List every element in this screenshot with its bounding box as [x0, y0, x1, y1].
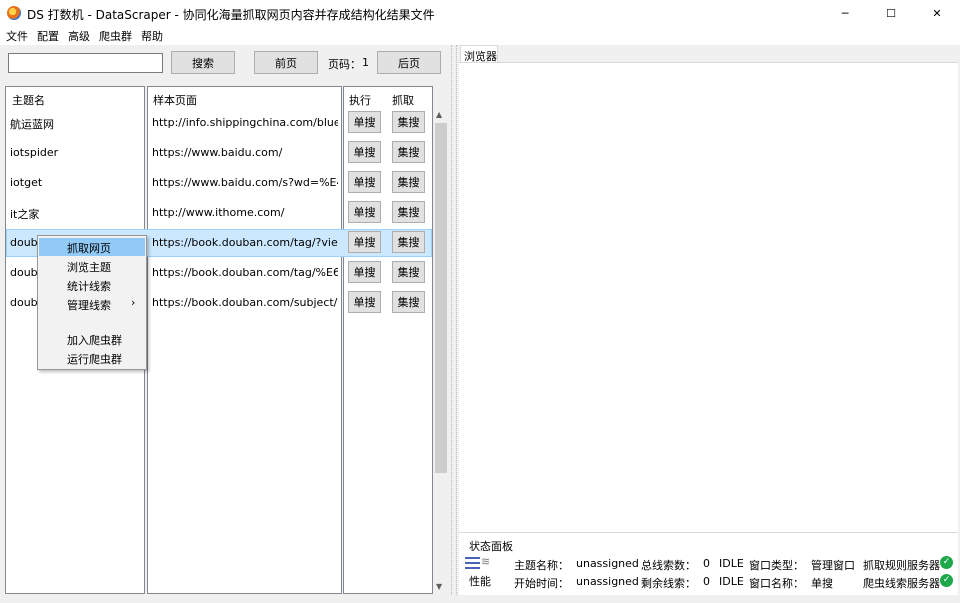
row-sample-url[interactable]: https://book.douban.com/subject/2...: [152, 296, 338, 309]
single-search-button[interactable]: 单搜: [348, 201, 381, 223]
status-window-type-value: 管理窗口: [811, 559, 855, 572]
page-label: 页码：: [328, 58, 361, 71]
splitter[interactable]: [451, 45, 457, 595]
status-window-type-key: 窗口类型：: [749, 559, 804, 572]
minimize-button[interactable]: ─: [822, 0, 868, 27]
ctx-grab-page[interactable]: 抓取网页: [39, 238, 145, 256]
submenu-arrow-icon: ›: [131, 296, 136, 309]
status-panel-title: 状态面板: [469, 540, 513, 553]
status-topic-key: 主题名称：: [514, 559, 569, 572]
wave-icon: ≋: [481, 555, 491, 568]
row-sample-url[interactable]: http://www.ithome.com/: [152, 206, 338, 219]
row-sample-url[interactable]: http://info.shippingchina.com/blue...: [152, 116, 338, 129]
batch-search-button[interactable]: 集搜: [392, 141, 425, 163]
status-topic-value: unassigned: [576, 557, 639, 570]
header-sample: 样本页面: [153, 94, 197, 107]
status-clue-server: 爬虫线索服务器: [863, 577, 940, 590]
status-total-key: 总线索数：: [641, 559, 696, 572]
search-input[interactable]: [8, 53, 163, 73]
perf-label: 性能: [469, 575, 491, 588]
batch-search-button[interactable]: 集搜: [392, 231, 425, 253]
row-topic-name[interactable]: 航运蓝网: [10, 116, 140, 132]
check-circle-icon: ✓: [940, 574, 953, 587]
row-sample-url[interactable]: https://www.baidu.com/s?wd=%E4...: [152, 176, 338, 189]
check-circle-icon: ✓: [940, 556, 953, 569]
menu-crawler-group[interactable]: 爬虫群: [99, 28, 132, 44]
row-topic-name[interactable]: iotspider: [10, 146, 140, 159]
batch-search-button[interactable]: 集搜: [392, 111, 425, 133]
batch-search-button[interactable]: 集搜: [392, 201, 425, 223]
close-button[interactable]: ✕: [914, 0, 960, 27]
single-search-button[interactable]: 单搜: [348, 141, 381, 163]
ctx-run-crawler-group[interactable]: 运行爬虫群: [39, 349, 145, 367]
status-window-name-key: 窗口名称：: [749, 577, 804, 590]
menu-config[interactable]: 配置: [37, 28, 59, 44]
status-remaining-value: 0: [703, 575, 710, 588]
status-rule-server: 抓取规则服务器: [863, 559, 940, 572]
row-topic-name[interactable]: iotget: [10, 176, 140, 189]
status-start-value: unassigned: [576, 575, 639, 588]
status-panel: 状态面板 ≋ 性能 主题名称： unassigned 总线索数： 0 IDLE …: [459, 532, 958, 595]
single-search-button[interactable]: 单搜: [348, 171, 381, 193]
header-grab: 抓取: [392, 94, 414, 107]
single-search-button[interactable]: 单搜: [348, 111, 381, 133]
single-search-button[interactable]: 单搜: [348, 291, 381, 313]
status-state: IDLE: [719, 557, 744, 570]
row-sample-url[interactable]: https://book.douban.com/tag/?vie...: [152, 236, 338, 249]
row-sample-url[interactable]: https://book.douban.com/tag/%E6...: [152, 266, 338, 279]
single-search-button[interactable]: 单搜: [348, 261, 381, 283]
single-search-button[interactable]: 单搜: [348, 231, 381, 253]
sample-column: 样本页面: [147, 86, 342, 594]
next-page-button[interactable]: 后页: [377, 51, 441, 74]
batch-search-button[interactable]: 集搜: [392, 261, 425, 283]
window-title: DS 打数机 - DataScraper - 协同化海量抓取网页内容并存成结构化…: [27, 8, 435, 22]
page-number: 1: [362, 56, 369, 69]
prev-page-button[interactable]: 前页: [254, 51, 318, 74]
menu-lines-icon: [465, 557, 480, 569]
ctx-manage-clues[interactable]: 管理线索 ›: [39, 295, 145, 313]
header-topic: 主题名: [12, 94, 45, 107]
browser-view[interactable]: [459, 62, 958, 533]
scroll-down-arrow-icon[interactable]: ▼: [436, 582, 442, 591]
ctx-join-crawler-group[interactable]: 加入爬虫群: [39, 330, 145, 348]
status-total-value: 0: [703, 557, 710, 570]
status-state-2: IDLE: [719, 575, 744, 588]
menu-bar: 文件 配置 高级 爬虫群 帮助: [0, 27, 960, 45]
app-icon: [7, 6, 21, 20]
status-start-key: 开始时间：: [514, 577, 569, 590]
status-window-name-value: 单搜: [811, 577, 833, 590]
row-topic-name[interactable]: it之家: [10, 206, 140, 222]
scrollbar-thumb[interactable]: [435, 123, 447, 473]
ctx-browse-topic[interactable]: 浏览主题: [39, 257, 145, 275]
search-button[interactable]: 搜索: [171, 51, 235, 74]
title-bar[interactable]: DS 打数机 - DataScraper - 协同化海量抓取网页内容并存成结构化…: [0, 0, 960, 27]
status-remaining-key: 剩余线索：: [641, 577, 696, 590]
ctx-stat-clues[interactable]: 统计线索: [39, 276, 145, 294]
batch-search-button[interactable]: 集搜: [392, 291, 425, 313]
menu-file[interactable]: 文件: [6, 28, 28, 44]
scroll-up-arrow-icon[interactable]: ▲: [436, 110, 442, 119]
context-menu: 抓取网页 浏览主题 统计线索 管理线索 › 加入爬虫群 运行爬虫群: [37, 235, 147, 370]
row-sample-url[interactable]: https://www.baidu.com/: [152, 146, 338, 159]
header-exec: 执行: [349, 94, 371, 107]
menu-help[interactable]: 帮助: [141, 28, 163, 44]
batch-search-button[interactable]: 集搜: [392, 171, 425, 193]
maximize-button[interactable]: ☐: [868, 0, 914, 27]
menu-advanced[interactable]: 高级: [68, 28, 90, 44]
tab-browser[interactable]: 浏览器: [460, 45, 498, 63]
